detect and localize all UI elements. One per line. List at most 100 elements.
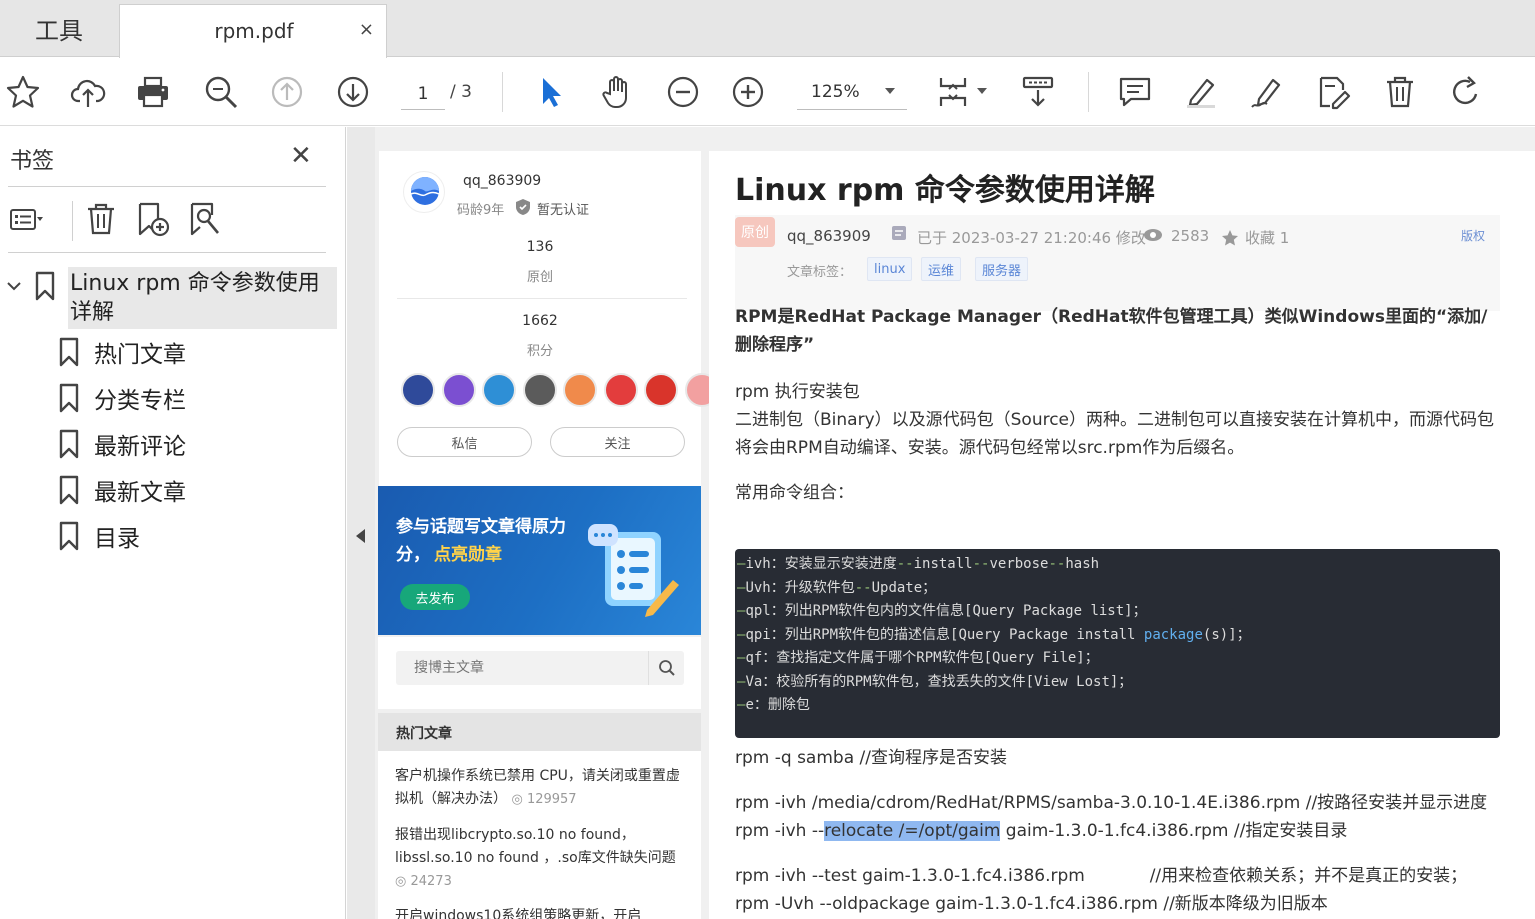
achievement-badge-icon[interactable] [522, 373, 557, 407]
highlight-pen-icon[interactable] [1181, 72, 1221, 112]
code-line: —e：删除包 [737, 694, 810, 714]
tab-document[interactable]: rpm.pdf × [119, 4, 387, 58]
code-option: e [745, 697, 754, 713]
tag-linux[interactable]: linux [867, 257, 913, 281]
hot-article-item[interactable]: 开启windows10系统组策略更新，开启 [395, 905, 685, 919]
achievement-badge-icon[interactable] [441, 373, 476, 407]
article-favorite[interactable]: 收藏 1 [1245, 227, 1289, 248]
find-bookmark-icon[interactable] [186, 201, 226, 241]
zoom-search-icon[interactable] [201, 72, 241, 112]
article-paragraph: 常用命令组合： [735, 483, 854, 503]
tab-tools[interactable]: 工具 [0, 0, 118, 57]
upload-cloud-icon[interactable] [68, 72, 108, 112]
divider [397, 298, 687, 299]
selected-text: relocate /=/opt/gaim [824, 821, 1001, 841]
bookmark-item-latest-comments[interactable]: 最新评论 [58, 423, 338, 463]
code-line: —Va：校验所有的RPM软件包，查找丢失的文件[View Lost]； [737, 671, 1132, 691]
next-page-icon[interactable] [333, 72, 373, 112]
tag-server[interactable]: 服务器 [975, 257, 1029, 281]
bookmark-star-icon[interactable] [3, 72, 43, 112]
avatar[interactable] [403, 171, 445, 213]
zoom-in-icon[interactable] [728, 72, 768, 112]
copyright-link[interactable]: 版权 [1461, 227, 1485, 244]
code-long-option: --install--verbose--hash [896, 556, 1100, 572]
bookmark-item-label: 热门文章 [94, 342, 186, 368]
select-cursor-icon[interactable] [531, 72, 571, 112]
hot-article-item[interactable]: 客户机操作系统已禁用 CPU，请关闭或重置虚拟机（解决办法） ◎ 129957 [395, 765, 685, 811]
hot-article-title: 报错出现libcrypto.so.10 no found，libssl.so.1… [395, 827, 676, 866]
bookmark-item-label: 目录 [94, 526, 140, 552]
panel-collapse-handle[interactable] [347, 127, 375, 919]
delete-trash-icon[interactable] [1380, 72, 1420, 112]
tab-close-button[interactable]: × [359, 19, 374, 40]
code-keyword: package [1143, 626, 1203, 643]
edit-document-icon[interactable] [1313, 72, 1353, 112]
search-input[interactable] [414, 651, 644, 685]
promo-headline: 参与话题写文章得原力 [396, 517, 566, 537]
previous-page-icon[interactable] [267, 72, 307, 112]
profile-age: 码龄9年 [457, 203, 505, 218]
code-option: Uvh [745, 579, 771, 596]
stat-points-count: 1662 [522, 313, 558, 329]
comment-icon[interactable] [1115, 72, 1155, 112]
search-icon[interactable] [648, 651, 684, 685]
achievement-badge-icon[interactable] [603, 373, 638, 407]
follow-button[interactable]: 关注 [550, 427, 685, 457]
fit-dropdown-chevron-icon[interactable] [977, 88, 987, 94]
profile-name[interactable]: qq_863909 [463, 173, 541, 189]
publish-button[interactable]: 去发布 [400, 584, 470, 610]
shield-icon [515, 198, 531, 220]
hot-article-item[interactable]: 报错出现libcrypto.so.10 no found，libssl.so.1… [395, 824, 685, 893]
article-author[interactable]: qq_863909 [787, 227, 871, 245]
bookmark-root-label: Linux rpm 命令参数使用详解 [70, 271, 320, 325]
document-view[interactable]: qq_863909 码龄9年 暂无认证 136 原创 1662 积分 私信 关注… [375, 127, 1535, 919]
fit-page-icon[interactable] [933, 72, 973, 112]
scroll-mode-icon[interactable] [1018, 72, 1058, 112]
promo-headline-highlight: 点亮勋章 [434, 545, 502, 565]
stat-original-count: 136 [526, 239, 554, 255]
bookmark-root-item[interactable]: Linux rpm 命令参数使用详解 [68, 267, 337, 329]
zoom-dropdown[interactable]: 125% [797, 76, 907, 110]
delete-bookmark-icon[interactable] [83, 201, 123, 241]
achievement-badge-icon[interactable] [563, 373, 597, 407]
edit-icon [891, 225, 907, 245]
code-tail: (s)]； [1202, 626, 1251, 643]
draw-sign-icon[interactable] [1247, 72, 1287, 112]
add-bookmark-icon[interactable] [134, 201, 174, 241]
bookmark-item-hot-articles[interactable]: 热门文章 [58, 331, 338, 371]
chevron-down-icon [885, 88, 895, 94]
bookmark-item-categories[interactable]: 分类专栏 [58, 377, 338, 417]
article-paragraph: 二进制包（Binary）以及源代码包（Source）两种。二进制包可以直接安装在… [735, 410, 1495, 458]
command-text: gaim-1.3.0-1.fc4.i386.rpm //指定安装目录 [1000, 821, 1348, 841]
print-icon[interactable] [133, 72, 173, 112]
bookmark-item-latest-articles[interactable]: 最新文章 [58, 469, 338, 509]
bookmark-options-icon[interactable] [8, 201, 48, 241]
tag-ops[interactable]: 运维 [921, 257, 962, 281]
article: Linux rpm 命令参数使用详解 原创 qq_863909 已于 2023-… [709, 151, 1535, 919]
achievement-badge-icon[interactable] [644, 373, 678, 407]
bookmark-icon [59, 337, 79, 367]
code-line: —qpl：列出RPM软件包内的文件信息[Query Package list]； [737, 600, 1147, 620]
code-description: ：查找指定文件属于哪个RPM软件包[Query File]； [762, 650, 1099, 666]
redo-rotate-icon[interactable] [1446, 72, 1486, 112]
close-icon[interactable]: ✕ [290, 141, 312, 171]
zoom-out-icon[interactable] [663, 72, 703, 112]
message-button[interactable]: 私信 [397, 427, 532, 457]
chevron-down-icon[interactable] [6, 277, 22, 296]
profile-certification: 暂无认证 [537, 203, 590, 218]
command-text: rpm -ivh -- [735, 821, 825, 841]
hand-tool-icon[interactable] [597, 72, 637, 112]
document-illustration-icon [583, 522, 683, 626]
promo-banner[interactable]: 参与话题写文章得原力 分， 点亮勋章 去发布 [378, 486, 701, 635]
code-line: —Uvh：升级软件包--Update； [737, 577, 936, 597]
achievement-badge-icon[interactable] [401, 373, 435, 407]
code-long-option: --Update； [854, 579, 937, 596]
achievement-badge-icon[interactable] [482, 373, 516, 407]
page-number-input[interactable] [401, 78, 445, 110]
bookmark-icon [59, 429, 79, 459]
bookmark-item-toc[interactable]: 目录 [58, 515, 338, 555]
eye-icon [1143, 227, 1163, 246]
search-box [396, 651, 684, 685]
hot-article-views: 129957 [526, 792, 577, 807]
zoom-value: 125% [811, 82, 860, 102]
